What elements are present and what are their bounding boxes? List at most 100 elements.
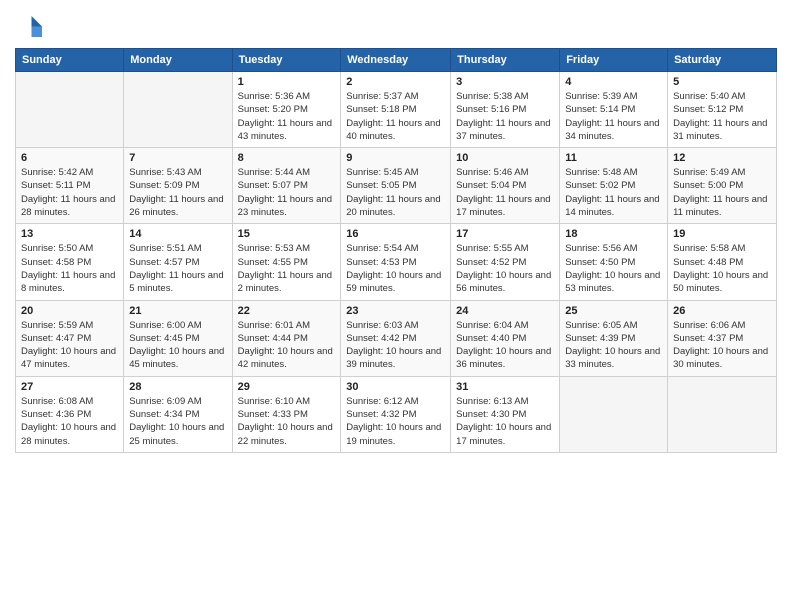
day-info: Sunrise: 5:44 AM Sunset: 5:07 PM Dayligh… [238,166,336,219]
calendar-cell: 7 Sunrise: 5:43 AM Sunset: 5:09 PM Daylig… [124,148,232,224]
day-number: 22 [238,305,336,317]
day-number: 30 [346,381,445,393]
day-info: Sunrise: 6:09 AM Sunset: 4:34 PM Dayligh… [129,395,226,448]
day-header-tuesday: Tuesday [232,49,341,72]
day-info: Sunrise: 6:13 AM Sunset: 4:30 PM Dayligh… [456,395,554,448]
logo [15,10,49,40]
day-header-friday: Friday [560,49,668,72]
day-number: 10 [456,152,554,164]
day-number: 7 [129,152,226,164]
day-number: 17 [456,228,554,240]
day-info: Sunrise: 5:48 AM Sunset: 5:02 PM Dayligh… [565,166,662,219]
calendar-cell: 10 Sunrise: 5:46 AM Sunset: 5:04 PM Dayli… [451,148,560,224]
day-header-wednesday: Wednesday [341,49,451,72]
day-info: Sunrise: 5:46 AM Sunset: 5:04 PM Dayligh… [456,166,554,219]
calendar-cell: 3Sunrise: 5:38 AM Sunset: 5:16 PM Daylig… [451,72,560,148]
day-info: Sunrise: 5:51 AM Sunset: 4:57 PM Dayligh… [129,242,226,295]
day-header-saturday: Saturday [668,49,777,72]
calendar-cell: 19 Sunrise: 5:58 AM Sunset: 4:48 PM Dayli… [668,224,777,300]
day-info: Sunrise: 5:37 AM Sunset: 5:18 PM Dayligh… [346,90,445,143]
day-number: 27 [21,381,118,393]
calendar-cell: 6Sunrise: 5:42 AM Sunset: 5:11 PM Daylig… [16,148,124,224]
day-info: Sunrise: 5:58 AM Sunset: 4:48 PM Dayligh… [673,242,771,295]
day-number: 16 [346,228,445,240]
calendar-cell: 2 Sunrise: 5:37 AM Sunset: 5:18 PM Daylig… [341,72,451,148]
day-info: Sunrise: 5:54 AM Sunset: 4:53 PM Dayligh… [346,242,445,295]
day-info: Sunrise: 5:39 AM Sunset: 5:14 PM Dayligh… [565,90,662,143]
calendar-cell [560,376,668,452]
calendar-cell [668,376,777,452]
calendar-week-row: 20Sunrise: 5:59 AM Sunset: 4:47 PM Dayli… [16,300,777,376]
calendar-cell: 8 Sunrise: 5:44 AM Sunset: 5:07 PM Daylig… [232,148,341,224]
calendar-cell: 4 Sunrise: 5:39 AM Sunset: 5:14 PM Daylig… [560,72,668,148]
day-info: Sunrise: 5:50 AM Sunset: 4:58 PM Dayligh… [21,242,118,295]
calendar-cell: 14 Sunrise: 5:51 AM Sunset: 4:57 PM Dayli… [124,224,232,300]
calendar-cell: 24 Sunrise: 6:04 AM Sunset: 4:40 PM Dayli… [451,300,560,376]
calendar-cell: 25Sunrise: 6:05 AM Sunset: 4:39 PM Dayli… [560,300,668,376]
day-header-monday: Monday [124,49,232,72]
day-number: 21 [129,305,226,317]
day-number: 18 [565,228,662,240]
day-number: 1 [238,76,336,88]
day-number: 5 [673,76,771,88]
calendar-cell [124,72,232,148]
day-info: Sunrise: 5:56 AM Sunset: 4:50 PM Dayligh… [565,242,662,295]
calendar-cell: 20Sunrise: 5:59 AM Sunset: 4:47 PM Dayli… [16,300,124,376]
day-number: 31 [456,381,554,393]
day-number: 19 [673,228,771,240]
calendar-week-row: 27 Sunrise: 6:08 AM Sunset: 4:36 PM Dayli… [16,376,777,452]
day-info: Sunrise: 5:40 AM Sunset: 5:12 PM Dayligh… [673,90,771,143]
day-info: Sunrise: 5:53 AM Sunset: 4:55 PM Dayligh… [238,242,336,295]
calendar-cell: 12 Sunrise: 5:49 AM Sunset: 5:00 PM Dayli… [668,148,777,224]
calendar-cell: 16 Sunrise: 5:54 AM Sunset: 4:53 PM Dayli… [341,224,451,300]
calendar-cell: 30 Sunrise: 6:12 AM Sunset: 4:32 PM Dayli… [341,376,451,452]
day-number: 12 [673,152,771,164]
day-number: 11 [565,152,662,164]
calendar-cell: 26 Sunrise: 6:06 AM Sunset: 4:37 PM Dayli… [668,300,777,376]
day-header-thursday: Thursday [451,49,560,72]
calendar-cell: 31 Sunrise: 6:13 AM Sunset: 4:30 PM Dayli… [451,376,560,452]
day-info: Sunrise: 5:43 AM Sunset: 5:09 PM Dayligh… [129,166,226,219]
calendar-week-row: 13 Sunrise: 5:50 AM Sunset: 4:58 PM Dayli… [16,224,777,300]
calendar-cell: 23Sunrise: 6:03 AM Sunset: 4:42 PM Dayli… [341,300,451,376]
calendar-week-row: 6Sunrise: 5:42 AM Sunset: 5:11 PM Daylig… [16,148,777,224]
day-info: Sunrise: 6:10 AM Sunset: 4:33 PM Dayligh… [238,395,336,448]
day-number: 8 [238,152,336,164]
day-info: Sunrise: 6:12 AM Sunset: 4:32 PM Dayligh… [346,395,445,448]
day-number: 23 [346,305,445,317]
calendar-cell: 9 Sunrise: 5:45 AM Sunset: 5:05 PM Daylig… [341,148,451,224]
calendar-cell: 27 Sunrise: 6:08 AM Sunset: 4:36 PM Dayli… [16,376,124,452]
calendar-cell: 17 Sunrise: 5:55 AM Sunset: 4:52 PM Dayli… [451,224,560,300]
day-number: 13 [21,228,118,240]
calendar-cell: 1Sunrise: 5:36 AM Sunset: 5:20 PM Daylig… [232,72,341,148]
day-info: Sunrise: 6:08 AM Sunset: 4:36 PM Dayligh… [21,395,118,448]
day-info: Sunrise: 6:06 AM Sunset: 4:37 PM Dayligh… [673,319,771,372]
calendar-cell: 5 Sunrise: 5:40 AM Sunset: 5:12 PM Daylig… [668,72,777,148]
calendar-cell: 28 Sunrise: 6:09 AM Sunset: 4:34 PM Dayli… [124,376,232,452]
calendar-cell: 21 Sunrise: 6:00 AM Sunset: 4:45 PM Dayli… [124,300,232,376]
day-number: 4 [565,76,662,88]
logo-icon [15,10,45,40]
day-info: Sunrise: 6:00 AM Sunset: 4:45 PM Dayligh… [129,319,226,372]
day-number: 15 [238,228,336,240]
day-number: 28 [129,381,226,393]
day-info: Sunrise: 5:49 AM Sunset: 5:00 PM Dayligh… [673,166,771,219]
day-number: 29 [238,381,336,393]
day-info: Sunrise: 5:45 AM Sunset: 5:05 PM Dayligh… [346,166,445,219]
calendar-cell: 29 Sunrise: 6:10 AM Sunset: 4:33 PM Dayli… [232,376,341,452]
calendar-cell: 15 Sunrise: 5:53 AM Sunset: 4:55 PM Dayli… [232,224,341,300]
calendar-week-row: 1Sunrise: 5:36 AM Sunset: 5:20 PM Daylig… [16,72,777,148]
day-number: 9 [346,152,445,164]
day-number: 24 [456,305,554,317]
day-header-sunday: Sunday [16,49,124,72]
day-info: Sunrise: 6:04 AM Sunset: 4:40 PM Dayligh… [456,319,554,372]
day-number: 2 [346,76,445,88]
page: SundayMondayTuesdayWednesdayThursdayFrid… [0,0,792,612]
calendar-cell [16,72,124,148]
day-info: Sunrise: 6:01 AM Sunset: 4:44 PM Dayligh… [238,319,336,372]
day-info: Sunrise: 6:05 AM Sunset: 4:39 PM Dayligh… [565,319,662,372]
day-number: 14 [129,228,226,240]
calendar-header-row: SundayMondayTuesdayWednesdayThursdayFrid… [16,49,777,72]
day-number: 26 [673,305,771,317]
day-info: Sunrise: 5:55 AM Sunset: 4:52 PM Dayligh… [456,242,554,295]
